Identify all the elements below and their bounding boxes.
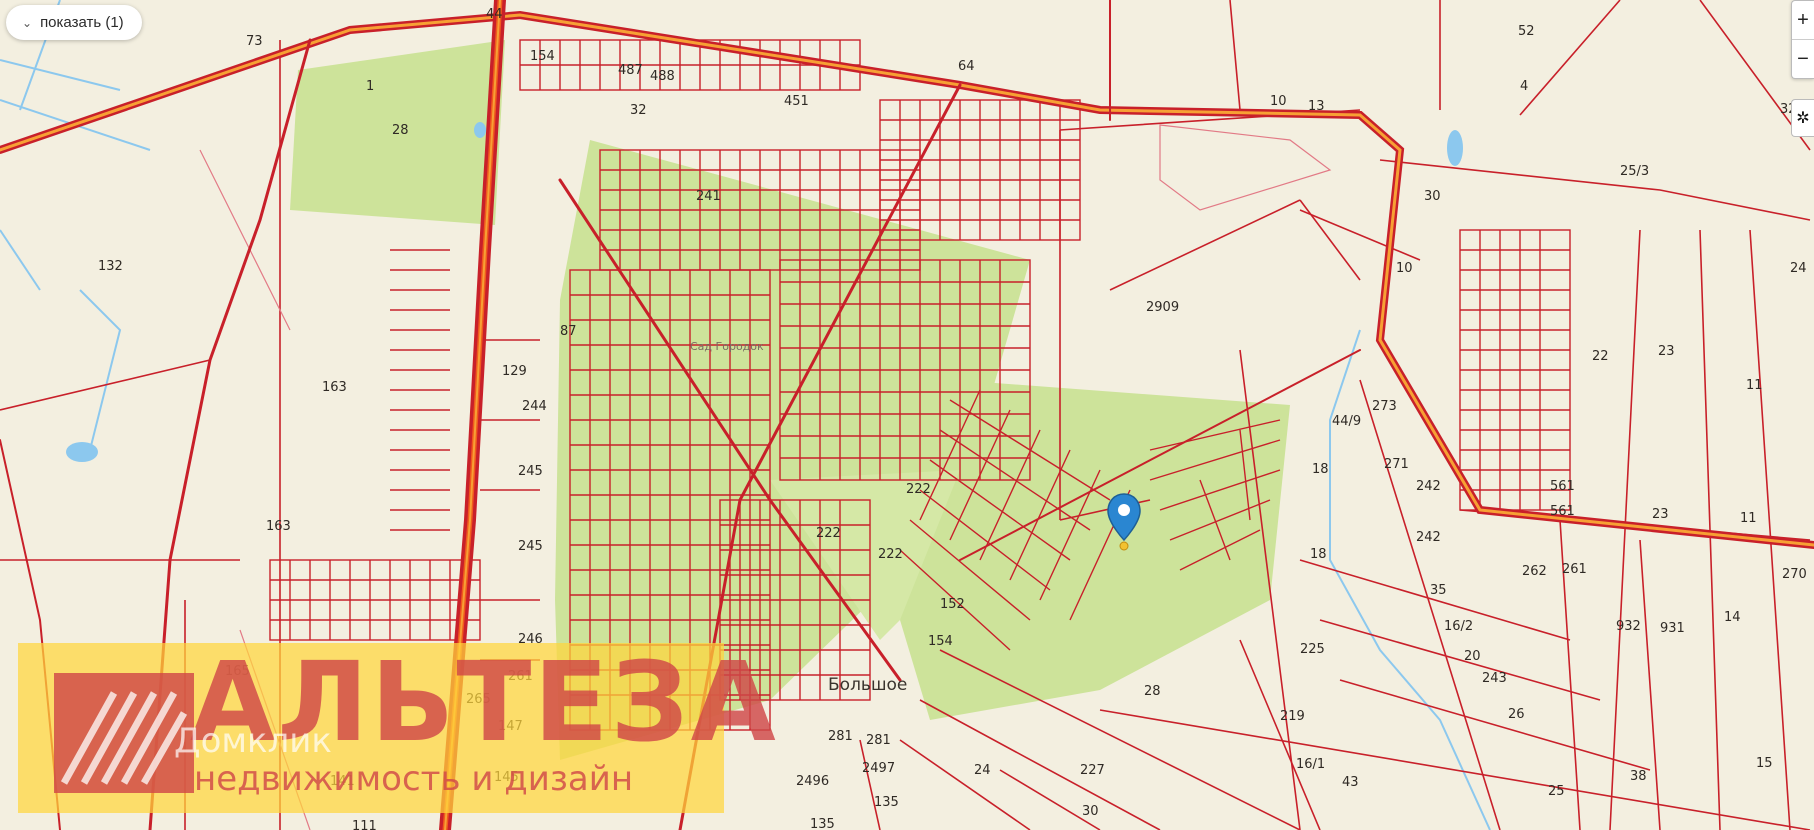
parcel-label: 451 [784,94,809,109]
show-results-label: показать (1) [40,14,124,31]
parcel-label: 2909 [1146,300,1179,315]
parcel-label: 222 [816,526,841,541]
parcel-label: 28 [1144,684,1161,699]
parcel-label: 15 [1756,756,1773,771]
parcel-label: 4 [1520,79,1528,94]
parcel-label: 244 [522,399,547,414]
place-label: Большое [828,675,907,695]
parcel-label: 261 [508,669,533,684]
parcel-label: 241 [696,189,721,204]
parcel-label: 2496 [796,774,829,789]
parcel-label: 30 [1082,804,1099,819]
parcel-label: 10 [1396,261,1413,276]
parcel-label: 145 [494,770,519,785]
parcel-label: 22 [1592,349,1609,364]
parcel-label: 24 [974,763,991,778]
parcel-label: 1 [366,79,374,94]
parcel-label: 152 [940,597,965,612]
parcel-label: 225 [1300,642,1325,657]
chevron-down-icon: ⌄ [22,15,33,30]
parcel-label: 23 [1658,344,1675,359]
parcel-label: 14 [1724,610,1741,625]
parcel-label: 132 [98,259,123,274]
parcel-label: 154 [530,49,555,64]
parcel-label: 111 [352,819,377,830]
parcel-label: 488 [650,69,675,84]
parcel-label: 281 [866,733,891,748]
parcel-label: 32 [630,103,647,118]
parcel-label: 44/9 [1332,414,1361,429]
parcel-label: 561 [1550,504,1575,519]
parcel-label: 487 [618,63,643,78]
parcel-label: 25/3 [1620,164,1649,179]
zoom-control: + − [1791,0,1814,79]
parcel-label: 273 [1372,399,1397,414]
parcel-label: 242 [1416,479,1441,494]
parcel-label: 931 [1660,621,1685,636]
parcel-label: 262 [1522,564,1547,579]
parcel-label: 11 [1746,378,1763,393]
parcel-label: 16/1 [1296,757,1325,772]
parcel-label: 11 [1740,511,1757,526]
zoom-in-button[interactable]: + [1792,1,1814,39]
parcel-label: 246 [518,632,543,647]
parcel-label: 561 [1550,479,1575,494]
show-results-button[interactable]: ⌄ показать (1) [6,5,142,40]
parcel-label: 28 [392,123,409,138]
parcel-label: 35 [1430,583,1447,598]
parcel-label: 141 [330,774,355,789]
parcel-label: 245 [518,539,543,554]
parcel-label: 163 [266,519,291,534]
locate-button[interactable]: ✲ [1791,99,1814,137]
parcel-label: 43 [1342,775,1359,790]
map-pin-icon[interactable] [1106,492,1142,552]
parcel-label: 73 [246,34,263,49]
parcel-label: 25 [1548,784,1565,799]
parcel-label: 23 [1652,507,1669,522]
parcel-label: 24 [1790,261,1807,276]
parcel-label: 222 [878,547,903,562]
parcel-label: 26 [1508,707,1525,722]
zoom-out-button[interactable]: − [1792,39,1814,78]
parcel-label: 265 [466,692,491,707]
parcel-label: 271 [1384,457,1409,472]
parcel-label: 18 [1310,547,1327,562]
parcel-label: 30 [1424,189,1441,204]
parcel-label: 147 [498,719,523,734]
parcel-label: 222 [906,482,931,497]
parcel-label: 227 [1080,763,1105,778]
parcel-label: 64 [958,59,975,74]
cadastral-map[interactable]: 44 73 1 28 154 487 488 32 451 64 52 4 32… [0,0,1814,830]
parcel-label: 87 [560,324,577,339]
parcel-label: 281 [828,729,853,744]
road-label: Сад Городок [690,340,764,353]
parcel-label: 219 [1280,709,1305,724]
parcel-label: 10 [1270,94,1287,109]
parcel-label: 2497 [862,761,895,776]
parcel-label: 245 [518,464,543,479]
parcel-label: 270 [1782,567,1807,582]
parcel-label: 18 [1312,462,1329,477]
parcel-label: 154 [928,634,953,649]
parcel-label: 44 [486,7,503,22]
parcel-label: 13 [1308,99,1325,114]
parcel-label: 242 [1416,530,1441,545]
parcel-label: 52 [1518,24,1535,39]
parcel-label: 243 [1482,671,1507,686]
parcel-label: 932 [1616,619,1641,634]
parcel-label: 38 [1630,769,1647,784]
parcel-label: 135 [810,817,835,830]
parcel-label: 165 [225,664,250,679]
parcel-label: 163 [322,380,347,395]
parcel-label: 129 [502,364,527,379]
parcel-label: 20 [1464,649,1481,664]
parcel-label: 16/2 [1444,619,1473,634]
parcel-label: 135 [874,795,899,810]
parcel-label: 261 [1562,562,1587,577]
